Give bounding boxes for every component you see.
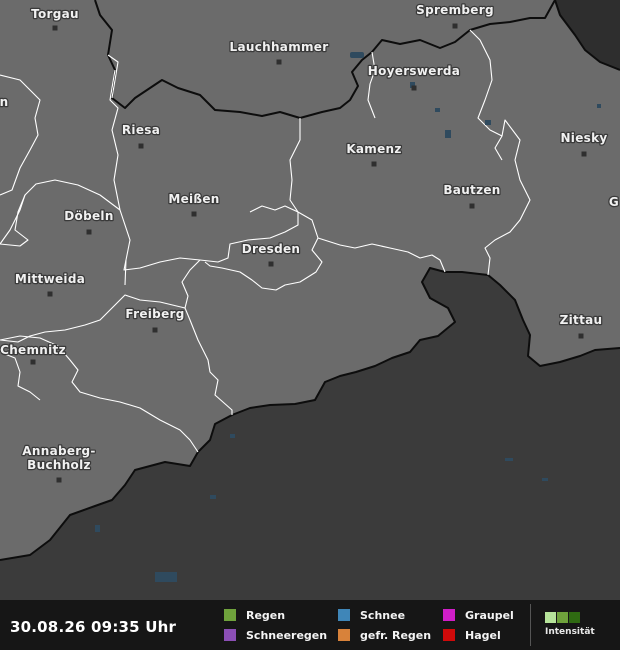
legend-hagel-swatch <box>443 629 455 641</box>
legend-regen-swatch <box>224 609 236 621</box>
city-label-bautzen: Bautzen <box>443 183 500 197</box>
legend-schneeregen-swatch <box>224 629 236 641</box>
city-label-annaberg1: Annaberg- <box>22 444 95 458</box>
city-label-riesa: Riesa <box>122 123 160 137</box>
city-label-chemnitz: Chemnitz <box>0 343 66 357</box>
city-label-doebeln: Döbeln <box>64 209 113 223</box>
city-label-meissen: Meißen <box>168 192 219 206</box>
city-label-niesky: Niesky <box>560 131 607 145</box>
city-label-annaberg2: Buchholz <box>27 458 91 472</box>
intensity-low <box>545 612 556 623</box>
city-label-edge_left: n <box>0 95 8 109</box>
city-label-zittau: Zittau <box>560 313 603 327</box>
city-marker-kamenz <box>371 161 377 167</box>
city-label-spremberg: Spremberg <box>416 3 494 17</box>
timestamp: 30.08.26 09:35 Uhr <box>10 618 177 636</box>
intensity-label: Intensität <box>545 627 595 637</box>
city-label-dresden: Dresden <box>242 242 301 256</box>
city-label-freiberg: Freiberg <box>125 307 184 321</box>
city-label-hoyerswerda: Hoyerswerda <box>368 64 460 78</box>
city-label-mittweida: Mittweida <box>15 272 85 286</box>
legend-schneeregen-label: Schneeregen <box>246 628 328 642</box>
map-svg: Torgau Spremberg Lauchhammer Hoyerswerda Rie… <box>0 0 620 582</box>
legend-hagel-label: Hagel <box>465 628 501 642</box>
legend-schnee-label: Schnee <box>360 608 406 622</box>
intensity-high <box>569 612 580 623</box>
city-marker-riesa <box>138 143 144 149</box>
city-marker-niesky <box>581 151 587 157</box>
city-label-edge_right: G <box>609 195 619 209</box>
legend-divider <box>530 604 531 646</box>
intensity-scale: Intensität <box>545 612 595 637</box>
city-label-kamenz: Kamenz <box>346 142 401 156</box>
land-germany <box>0 0 620 560</box>
city-marker-annaberg1 <box>56 477 62 483</box>
intensity-boxes <box>545 612 595 623</box>
legend-gefr-regen-label: gefr. Regen <box>360 628 432 642</box>
legend-hagel: Hagel <box>443 628 501 642</box>
legend-schneeregen: Schneeregen <box>224 628 327 642</box>
legend-graupel: Graupel <box>443 608 514 622</box>
city-marker-bautzen <box>469 203 475 209</box>
city-marker-zittau <box>578 333 584 339</box>
legend-graupel-swatch <box>443 609 455 621</box>
city-marker-doebeln <box>86 229 92 235</box>
legend-gefr-regen-swatch <box>338 629 350 641</box>
city-marker-meissen <box>191 211 197 217</box>
city-marker-dresden <box>268 261 274 267</box>
legend-gefr-regen: gefr. Regen <box>338 628 431 642</box>
city-label-lauchhammer: Lauchhammer <box>230 40 329 54</box>
legend-regen-label: Regen <box>246 608 286 622</box>
legend-schnee: Schnee <box>338 608 405 622</box>
legend-graupel-label: Graupel <box>465 608 514 622</box>
weather-map[interactable]: Torgau Spremberg Lauchhammer Hoyerswerda Rie… <box>0 0 620 600</box>
city-marker-chemnitz <box>30 359 36 365</box>
city-marker-freiberg <box>152 327 158 333</box>
city-label-torgau: Torgau <box>31 7 79 21</box>
legend-schnee-swatch <box>338 609 350 621</box>
intensity-mid <box>557 612 568 623</box>
legend-regen: Regen <box>224 608 285 622</box>
city-marker-lauchhammer <box>276 59 282 65</box>
city-marker-torgau <box>52 25 58 31</box>
city-marker-hoyerswerda <box>411 85 417 91</box>
city-marker-mittweida <box>47 291 53 297</box>
footer-bar: 30.08.26 09:35 Uhr Regen Schneeregen Sch… <box>0 600 620 650</box>
city-marker-spremberg <box>452 23 458 29</box>
